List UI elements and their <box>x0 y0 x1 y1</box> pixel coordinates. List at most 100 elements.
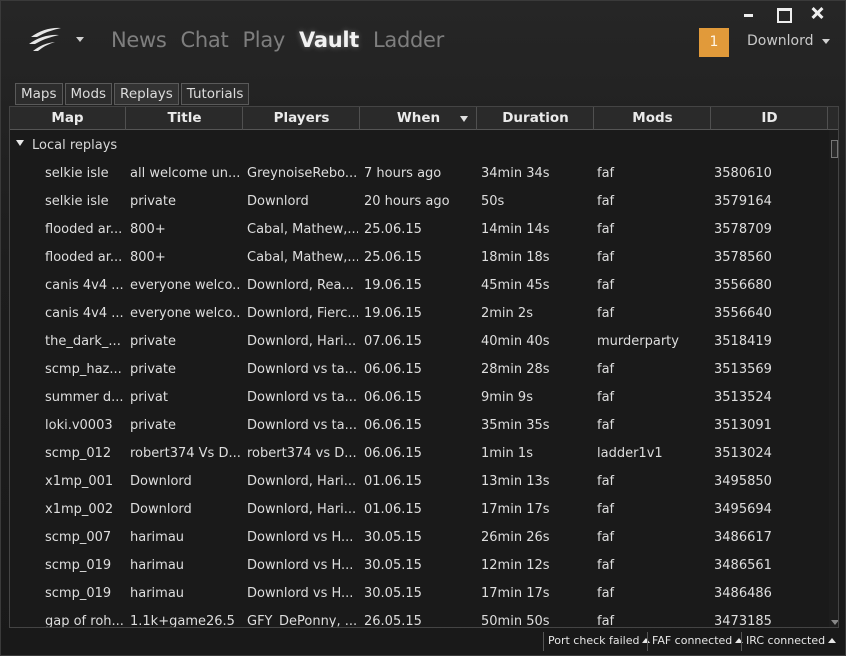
cell-players: Downlord vs H... <box>247 586 354 601</box>
table-row[interactable]: the_dark_... private Downlord, Hari... 07.0… <box>10 328 828 356</box>
cell-players: Downlord, Rea... <box>247 278 354 293</box>
cell-duration: 14min 14s <box>481 222 550 237</box>
column-header-map[interactable]: Map <box>10 107 126 130</box>
cell-mods: faf <box>597 194 615 209</box>
cell-duration: 50s <box>481 194 505 209</box>
expand-triangle-icon[interactable] <box>16 140 24 146</box>
table-row[interactable]: gap of roh... 1.1k+game26.5 GFY_DePonny, .… <box>10 608 828 628</box>
menu-chevron-down-icon[interactable] <box>76 37 84 42</box>
column-header-duration[interactable]: Duration <box>478 107 594 130</box>
cell-id: 3495694 <box>714 502 772 517</box>
window-controls <box>741 5 825 23</box>
nav-vault[interactable]: Vault <box>299 28 359 52</box>
cell-players: Downlord, Hari... <box>247 334 357 349</box>
column-header-players[interactable]: Players <box>244 107 360 130</box>
maximize-icon[interactable] <box>775 5 792 23</box>
table-row[interactable]: loki.v0003 private Downlord vs ta... 06.06.… <box>10 412 828 440</box>
cell-map: flooded ar... <box>45 222 123 237</box>
cell-when: 30.05.15 <box>364 558 422 573</box>
irc-connection-status[interactable]: IRC connected <box>741 632 840 651</box>
cell-mods: faf <box>597 418 615 433</box>
cell-id: 3495850 <box>714 474 772 489</box>
table-row[interactable]: canis 4v4 ... everyone welco... Downlord, … <box>10 272 828 300</box>
scroll-down-arrow-icon[interactable] <box>831 620 838 625</box>
cell-mods: ladder1v1 <box>597 446 663 461</box>
cell-title: Downlord <box>130 474 192 489</box>
cell-duration: 12min 12s <box>481 558 550 573</box>
table-row[interactable]: x1mp_001 Downlord Downlord, Hari... 01.06.1… <box>10 468 828 496</box>
cell-title: private <box>130 194 176 209</box>
cell-duration: 2min 2s <box>481 306 533 321</box>
tab-replays[interactable]: Replays <box>114 83 179 105</box>
cell-title: 800+ <box>130 250 166 265</box>
vertical-scrollbar[interactable] <box>829 130 838 627</box>
table-row[interactable]: flooded ar... 800+ Cabal, Mathew,... 25.06.… <box>10 244 828 272</box>
cell-when: 19.06.15 <box>364 278 422 293</box>
notification-badge[interactable]: 1 <box>699 28 729 57</box>
cell-duration: 1min 1s <box>481 446 533 461</box>
user-chevron-down-icon[interactable] <box>822 39 830 44</box>
cell-duration: 13min 13s <box>481 474 550 489</box>
cell-title: everyone welco... <box>130 278 241 293</box>
cell-title: harimau <box>130 530 185 545</box>
tab-mods[interactable]: Mods <box>64 83 113 105</box>
cell-title: all welcome un... <box>130 166 241 181</box>
table-row[interactable]: scmp_019 harimau Downlord vs H... 30.05.15 1… <box>10 580 828 608</box>
cell-map: scmp_012 <box>45 446 112 461</box>
cell-title: privat <box>130 390 168 405</box>
table-row[interactable]: flooded ar... 800+ Cabal, Mathew,... 25.06.… <box>10 216 828 244</box>
cell-id: 3556640 <box>714 306 772 321</box>
close-icon[interactable] <box>809 5 825 21</box>
cell-id: 3578560 <box>714 250 772 265</box>
cell-players: Downlord vs H... <box>247 558 354 573</box>
cell-players: Downlord <box>247 194 309 209</box>
cell-id: 3513569 <box>714 362 772 377</box>
group-row-local-replays[interactable]: Local replays <box>10 135 828 157</box>
faf-status-label: FAF connected <box>652 634 733 647</box>
user-menu[interactable]: Downlord <box>747 33 814 49</box>
table-row[interactable]: scmp_haz... private Downlord vs ta... 06.06… <box>10 356 828 384</box>
cell-when: 30.05.15 <box>364 586 422 601</box>
cell-id: 3513524 <box>714 390 772 405</box>
cell-map: scmp_haz... <box>45 362 122 377</box>
scrollbar-thumb[interactable] <box>831 140 838 158</box>
table-row[interactable]: scmp_007 harimau Downlord vs H... 30.05.15 2… <box>10 524 828 552</box>
table-row[interactable]: selkie isle all welcome un... GreynoiseReb… <box>10 160 828 188</box>
tab-maps[interactable]: Maps <box>15 83 63 105</box>
nav-play[interactable]: Play <box>242 28 285 52</box>
cell-when: 25.06.15 <box>364 222 422 237</box>
minimize-icon[interactable] <box>741 5 757 21</box>
cell-id: 3513024 <box>714 446 772 461</box>
cell-id: 3578709 <box>714 222 772 237</box>
table-row[interactable]: x1mp_002 Downlord Downlord, Hari... 01.06.1… <box>10 496 828 524</box>
column-header-id[interactable]: ID <box>712 107 828 130</box>
cell-when: 07.06.15 <box>364 334 422 349</box>
port-check-status[interactable]: Port check failed <box>543 632 654 651</box>
faf-connection-status[interactable]: FAF connected <box>647 632 747 651</box>
faf-logo-icon[interactable] <box>27 25 63 55</box>
tab-tutorials[interactable]: Tutorials <box>180 83 250 105</box>
cell-title: private <box>130 362 176 377</box>
cell-id: 3580610 <box>714 166 772 181</box>
column-header-when[interactable]: When <box>361 107 477 130</box>
cell-when: 06.06.15 <box>364 446 422 461</box>
cell-map: canis 4v4 ... <box>45 278 124 293</box>
table-header: Map Title Players When Duration Mods ID <box>10 107 838 130</box>
column-header-title[interactable]: Title <box>127 107 243 130</box>
table-row[interactable]: selkie isle private Downlord 20 hours ago 50… <box>10 188 828 216</box>
cell-mods: faf <box>597 474 615 489</box>
table-row[interactable]: scmp_012 robert374 Vs D... robert374 vs D.… <box>10 440 828 468</box>
cell-when: 26.05.15 <box>364 614 422 628</box>
cell-map: scmp_019 <box>45 558 112 573</box>
nav-chat[interactable]: Chat <box>181 28 229 52</box>
column-header-mods[interactable]: Mods <box>595 107 711 130</box>
nav-news[interactable]: News <box>111 28 167 52</box>
cell-map: the_dark_... <box>45 334 121 349</box>
title-bar: News Chat Play Vault Ladder 1 Downlord <box>1 1 846 81</box>
nav-ladder[interactable]: Ladder <box>373 28 444 52</box>
table-row[interactable]: scmp_019 harimau Downlord vs H... 30.05.15 1… <box>10 552 828 580</box>
table-row[interactable]: summer d... privat Downlord vs ta... 06.06.… <box>10 384 828 412</box>
cell-when: 06.06.15 <box>364 418 422 433</box>
column-header-when-label: When <box>396 110 441 126</box>
table-row[interactable]: canis 4v4 ... everyone welco... Downlord, … <box>10 300 828 328</box>
